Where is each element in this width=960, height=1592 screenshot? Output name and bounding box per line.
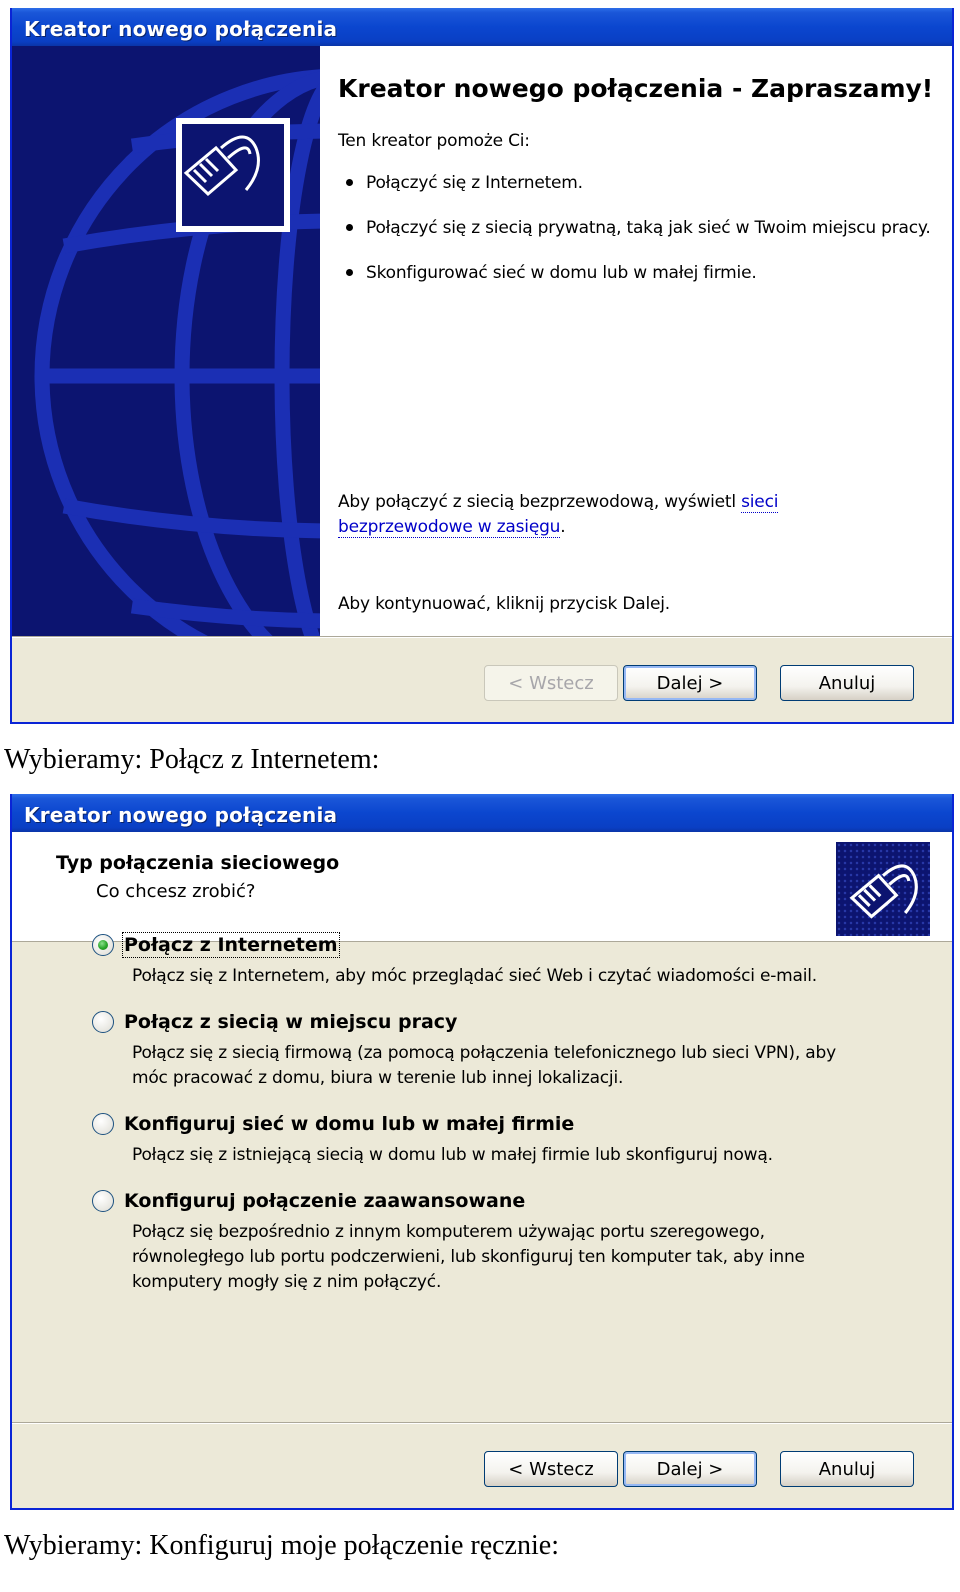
button-bar: < Wstecz Dalej > Anuluj <box>12 636 952 722</box>
caption-2: Wybieramy: Konfiguruj moje połączenie rę… <box>4 1530 559 1561</box>
option-label[interactable]: Konfiguruj połączenie zaawansowane <box>124 1190 525 1212</box>
next-button[interactable]: Dalej > <box>623 665 757 701</box>
connection-type-options: Połącz z Internetem Połącz się z Interne… <box>92 930 912 1313</box>
wireless-hint-suffix: . <box>560 517 566 537</box>
back-button[interactable]: < Wstecz <box>484 665 618 701</box>
option-description: Połącz się z istniejącą siecią w domu lu… <box>132 1145 773 1165</box>
wireless-hint: Aby połączyć z siecią bezprzewodową, wyś… <box>338 490 818 540</box>
window-title: Kreator nowego połączenia <box>12 794 952 832</box>
next-button[interactable]: Dalej > <box>623 1451 757 1487</box>
back-button[interactable]: < Wstecz <box>484 1451 618 1487</box>
radio-workplace[interactable] <box>92 1011 114 1033</box>
wireless-hint-prefix: Aby połączyć z siecią bezprzewodową, wyś… <box>338 492 742 512</box>
bullet-item: Skonfigurować sieć w domu lub w małej fi… <box>338 261 938 286</box>
wizard-side-banner <box>12 46 320 636</box>
window-title: Kreator nowego połączenia <box>12 8 952 46</box>
option-internet[interactable]: Połącz z Internetem Połącz się z Interne… <box>92 930 912 989</box>
option-description: Połącz się bezpośrednio z innym komputer… <box>132 1222 805 1292</box>
network-plug-icon <box>176 118 290 232</box>
continue-instruction: Aby kontynuować, kliknij przycisk Dalej. <box>338 594 670 614</box>
option-description: Połącz się z siecią firmową (za pomocą p… <box>132 1043 836 1088</box>
cancel-button[interactable]: Anuluj <box>780 665 914 701</box>
button-bar: < Wstecz Dalej > Anuluj <box>12 1422 952 1508</box>
wizard-intro: Ten kreator pomoże Ci: <box>338 131 530 151</box>
wizard-connection-type-window: Kreator nowego połączenia Typ połączenia… <box>10 794 954 1510</box>
radio-advanced[interactable] <box>92 1190 114 1212</box>
option-advanced[interactable]: Konfiguruj połączenie zaawansowane Połąc… <box>92 1186 912 1295</box>
option-home-network[interactable]: Konfiguruj sieć w domu lub w małej firmi… <box>92 1109 912 1168</box>
radio-internet[interactable] <box>92 934 114 956</box>
page-subtitle: Co chcesz zrobić? <box>96 881 256 902</box>
bullet-item: Połączyć się z Internetem. <box>338 171 938 196</box>
radio-home-network[interactable] <box>92 1113 114 1135</box>
wizard-bullet-list: Połączyć się z Internetem. Połączyć się … <box>338 171 938 286</box>
network-plug-icon <box>836 842 930 936</box>
cancel-button[interactable]: Anuluj <box>780 1451 914 1487</box>
wizard-header: Typ połączenia sieciowego Co chcesz zrob… <box>12 832 952 942</box>
option-description: Połącz się z Internetem, aby móc przeglą… <box>132 966 818 986</box>
option-label[interactable]: Połącz z Internetem <box>122 932 340 958</box>
option-label[interactable]: Połącz z siecią w miejscu pracy <box>124 1011 457 1033</box>
option-workplace[interactable]: Połącz z siecią w miejscu pracy Połącz s… <box>92 1007 912 1091</box>
wizard-heading: Kreator nowego połączenia - Zapraszamy! <box>338 74 934 103</box>
wizard-welcome-window: Kreator nowego połączenia Kreator nowego… <box>10 8 954 724</box>
bullet-item: Połączyć się z siecią prywatną, taką jak… <box>338 216 938 241</box>
wizard-welcome-content: Kreator nowego połączenia - Zapraszamy! … <box>338 70 938 614</box>
wizard-welcome-body: Kreator nowego połączenia - Zapraszamy! … <box>12 46 952 636</box>
caption-1: Wybieramy: Połącz z Internetem: <box>4 744 380 775</box>
page-title: Typ połączenia sieciowego <box>56 852 340 874</box>
option-label[interactable]: Konfiguruj sieć w domu lub w małej firmi… <box>124 1113 574 1135</box>
